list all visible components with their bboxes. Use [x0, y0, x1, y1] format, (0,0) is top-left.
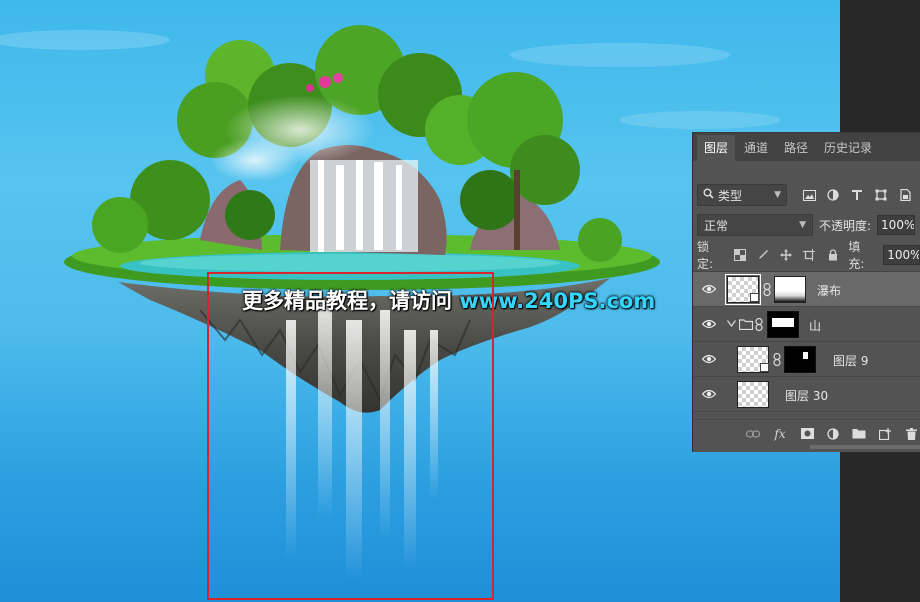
fx-icon[interactable]: fx: [771, 426, 789, 442]
layer-row-layer-30[interactable]: 图层 30: [693, 377, 920, 412]
new-group-icon[interactable]: [851, 426, 867, 442]
filter-icon-group: [801, 187, 913, 203]
image-filter-icon[interactable]: [801, 187, 817, 203]
eye-icon[interactable]: [702, 388, 716, 400]
blend-opacity-row: 正常 ▼ 不透明度: 100%: [697, 213, 916, 237]
folder-icon: [739, 319, 753, 330]
lock-transparent-pixels-icon[interactable]: [732, 247, 747, 263]
panel-tabs: 图层 通道 路径 历史记录: [693, 133, 920, 161]
type-filter-icon[interactable]: [849, 187, 865, 203]
tab-history[interactable]: 历史记录: [817, 135, 879, 161]
smart-object-badge-icon: [760, 363, 769, 372]
red-selection-rectangle: [207, 272, 494, 600]
layer-mask-thumbnail[interactable]: [774, 276, 806, 303]
chevron-down-icon: ▼: [799, 220, 806, 230]
layer-row-mountain-group[interactable]: 山: [693, 307, 920, 342]
layer-filter-row: 类型 ▼: [697, 183, 913, 207]
blend-mode-dropdown[interactable]: 正常 ▼: [697, 214, 813, 236]
shape-filter-icon[interactable]: [873, 187, 889, 203]
fill-input[interactable]: 100%: [883, 245, 920, 265]
smart-object-filter-icon[interactable]: [897, 187, 913, 203]
island-waterfall: [310, 160, 418, 252]
cloud: [510, 43, 730, 67]
adjustment-filter-icon[interactable]: [825, 187, 841, 203]
layer-row-layer-9[interactable]: 图层 9: [693, 342, 920, 377]
layers-panel: 图层 通道 路径 历史记录 类型 ▼ 正常 ▼ 不透明度: 100% 锁定: 填…: [692, 132, 920, 452]
smart-object-badge-icon: [750, 293, 759, 302]
eye-icon[interactable]: [702, 353, 716, 365]
mask-link-icon[interactable]: [763, 283, 771, 296]
lock-artboard-icon[interactable]: [802, 247, 817, 263]
lock-fill-row: 锁定: 填充: 100%: [697, 240, 920, 271]
tab-paths[interactable]: 路径: [777, 135, 815, 161]
lock-position-icon[interactable]: [778, 247, 793, 263]
add-mask-icon[interactable]: [799, 426, 815, 442]
layer-name-layer-9[interactable]: 图层 9: [833, 352, 868, 369]
mask-link-icon[interactable]: [773, 353, 781, 366]
adjustment-layer-icon[interactable]: [825, 426, 841, 442]
tab-channels[interactable]: 通道: [737, 135, 775, 161]
new-layer-icon[interactable]: [877, 426, 893, 442]
layer-name-layer-30[interactable]: 图层 30: [785, 387, 828, 404]
group-mask-thumbnail[interactable]: [767, 311, 799, 338]
opacity-input[interactable]: 100%: [877, 215, 916, 235]
cloud: [0, 30, 170, 50]
layer-mask-thumbnail[interactable]: [784, 346, 816, 373]
panel-scrollbar[interactable]: [810, 445, 920, 449]
lock-label: 锁定:: [697, 240, 714, 271]
chevron-down-icon: ▼: [774, 190, 781, 200]
search-icon: [703, 188, 714, 202]
filter-kind-label: 类型: [718, 188, 743, 203]
filter-kind-dropdown[interactable]: 类型 ▼: [697, 184, 787, 206]
layer-name-waterfall[interactable]: 瀑布: [817, 282, 841, 299]
mask-link-icon[interactable]: [755, 318, 763, 331]
tab-layers[interactable]: 图层: [697, 135, 736, 161]
eye-icon[interactable]: [702, 318, 716, 330]
opacity-label: 不透明度:: [819, 218, 872, 233]
chevron-down-icon[interactable]: [727, 320, 736, 327]
layers-panel-footer: fx: [693, 419, 920, 447]
link-layers-icon[interactable]: [745, 426, 761, 442]
lock-image-pixels-icon[interactable]: [755, 247, 770, 263]
layer-thumbnail[interactable]: [737, 381, 769, 408]
fill-label: 填充:: [848, 240, 865, 271]
delete-layer-icon[interactable]: [903, 426, 919, 442]
layer-list: 瀑布 山 图层 9 图层 30: [693, 271, 920, 415]
layer-row-waterfall[interactable]: 瀑布: [693, 272, 920, 307]
eye-icon[interactable]: [702, 283, 716, 295]
cloud: [620, 111, 780, 129]
layer-name-mountain[interactable]: 山: [809, 317, 821, 334]
blend-mode-value: 正常: [704, 218, 729, 233]
lock-all-icon[interactable]: [825, 247, 840, 263]
